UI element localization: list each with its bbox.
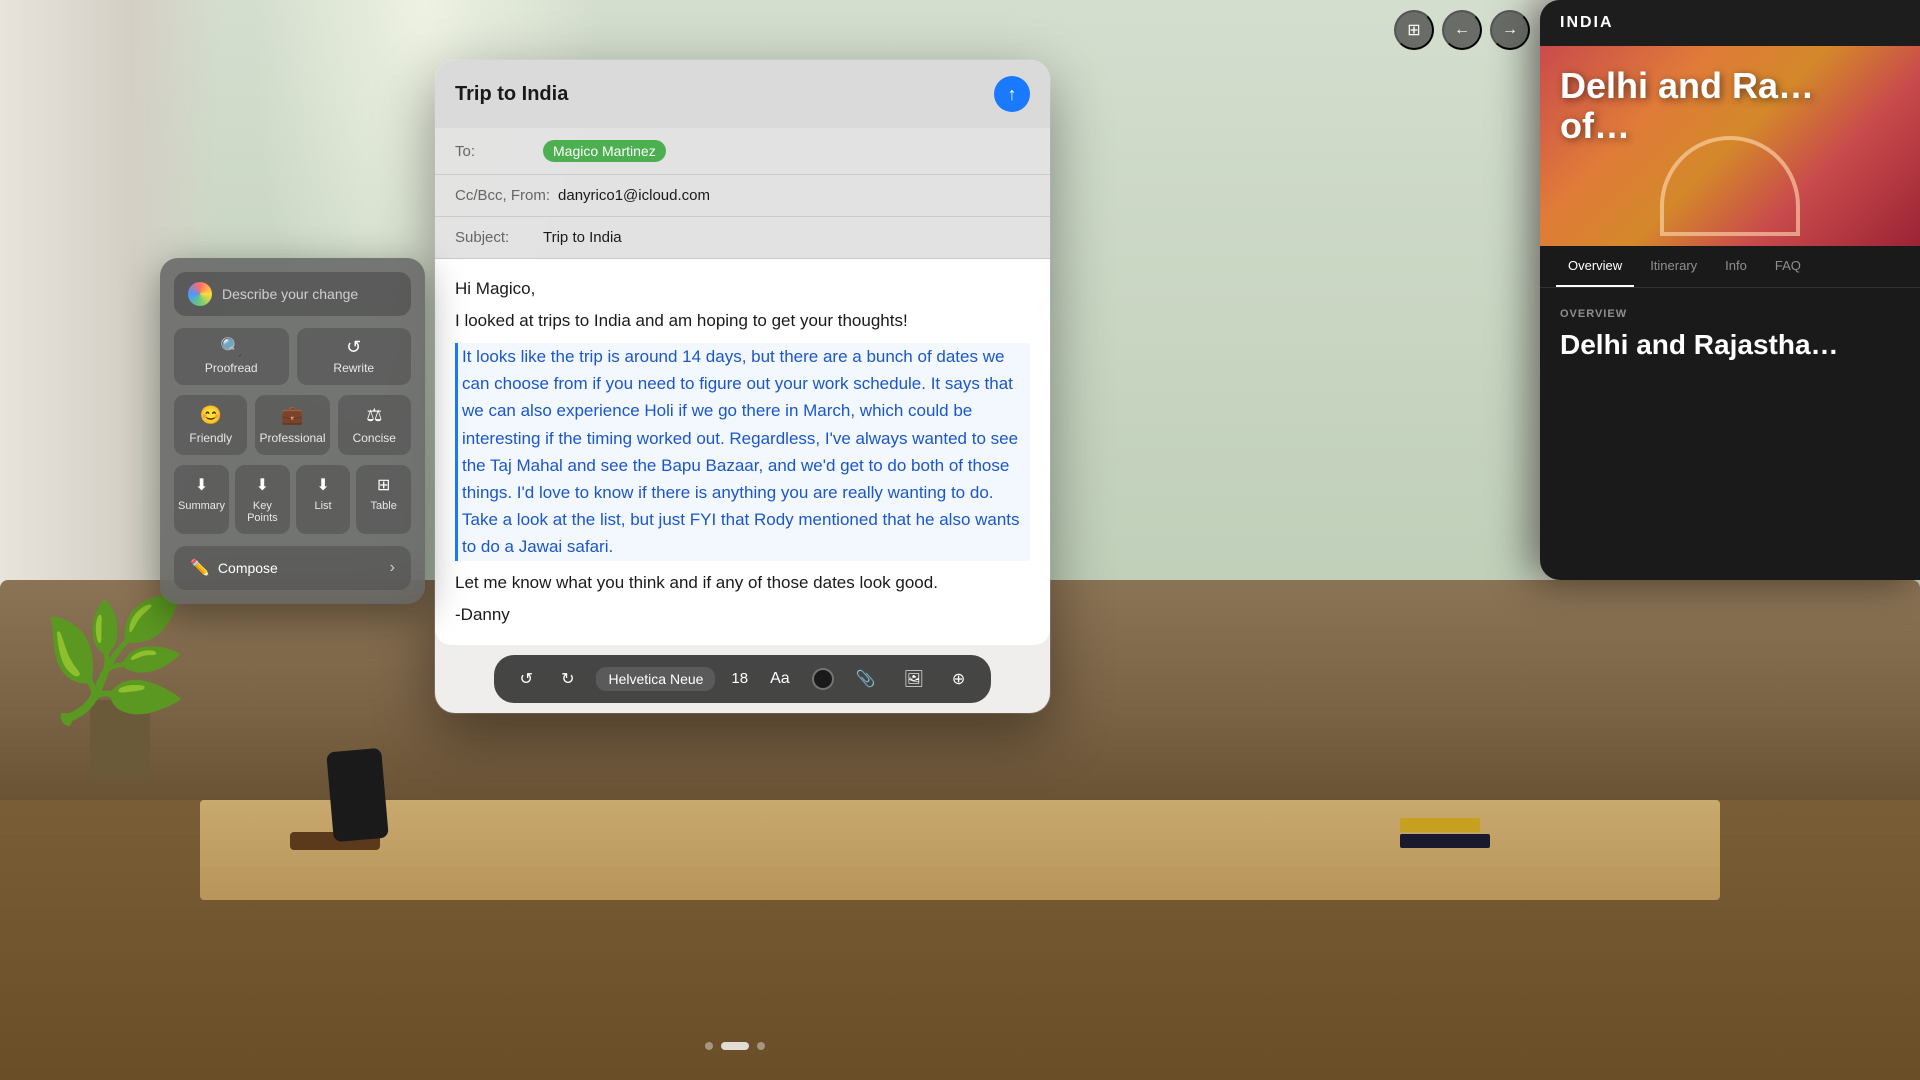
email-body[interactable]: Hi Magico, I looked at trips to India an… (435, 259, 1050, 645)
list-button[interactable]: ⬇ List (296, 465, 351, 534)
redo-button[interactable]: ↻ (555, 665, 580, 693)
subject-field-row[interactable]: Subject: Trip to India (435, 217, 1050, 259)
key-points-label: Key Points (239, 500, 286, 524)
nav-back-button[interactable]: ← (1442, 10, 1482, 50)
recipient-chip[interactable]: Magico Martinez (543, 140, 666, 162)
subject-value: Trip to India (543, 229, 622, 246)
to-field-row: To: Magico Martinez (435, 128, 1050, 175)
top-bar: ⊞ ← → (1394, 10, 1530, 50)
describe-change-input[interactable]: Describe your change (174, 272, 411, 316)
professional-label: Professional (259, 431, 325, 445)
ai-writing-panel: Describe your change 🔍 Proofread ↺ Rewri… (160, 258, 425, 604)
ai-icon (188, 282, 212, 306)
friendly-label: Friendly (189, 431, 232, 445)
page-dot-1 (705, 1042, 713, 1050)
india-overview-section: OVERVIEW Delhi and Rajastha… (1540, 288, 1920, 382)
india-nav-info[interactable]: Info (1713, 246, 1759, 287)
overview-section-title: Delhi and Rajastha… (1560, 328, 1900, 362)
email-greeting: Hi Magico, (455, 279, 1030, 299)
compose-label: Compose (218, 560, 278, 576)
ai-tone-row: 😊 Friendly 💼 Professional ⚖ Concise (174, 395, 411, 455)
india-arch-decoration (1660, 136, 1800, 236)
proofread-button[interactable]: 🔍 Proofread (174, 328, 289, 385)
cc-label: Cc/Bcc, From: (455, 187, 550, 204)
ai-tools-grid: 🔍 Proofread ↺ Rewrite (174, 328, 411, 385)
concise-label: Concise (353, 431, 396, 445)
more-options-button[interactable]: ⊕ (946, 665, 971, 693)
coffee-table (200, 800, 1720, 900)
summary-icon: ⬇ (195, 475, 208, 495)
proofread-label: Proofread (205, 361, 258, 375)
page-dot-2 (721, 1042, 749, 1050)
overview-section-label: OVERVIEW (1560, 308, 1900, 320)
phone-object (326, 748, 389, 842)
email-signature: -Danny (455, 605, 1030, 625)
email-closing: Let me know what you think and if any of… (455, 573, 1030, 593)
table-button[interactable]: ⊞ Table (356, 465, 411, 534)
undo-button[interactable]: ↺ (514, 665, 539, 693)
font-size-button[interactable]: Aa (764, 666, 796, 692)
email-fields: To: Magico Martinez Cc/Bcc, From: danyri… (435, 128, 1050, 259)
book-2 (1400, 834, 1490, 848)
rewrite-label: Rewrite (333, 361, 374, 375)
page-indicator (705, 1042, 765, 1050)
cc-field-row[interactable]: Cc/Bcc, From: danyrico1@icloud.com (435, 175, 1050, 217)
key-points-button[interactable]: ⬇ Key Points (235, 465, 290, 534)
photo-button[interactable]: 🖼 (898, 665, 930, 693)
professional-button[interactable]: 💼 Professional (255, 395, 329, 455)
window-icon-button[interactable]: ⊞ (1394, 10, 1434, 50)
subject-label: Subject: (455, 229, 535, 246)
list-icon: ⬇ (316, 475, 329, 495)
india-hero-text: Delhi and Ra…of… (1560, 66, 1814, 145)
email-header: Trip to India (435, 60, 1050, 128)
friendly-icon: 😊 (200, 405, 222, 426)
compose-icon: ✏️ (190, 558, 210, 578)
nav-forward-button[interactable]: → (1490, 10, 1530, 50)
page-dot-3 (757, 1042, 765, 1050)
concise-button[interactable]: ⚖ Concise (338, 395, 411, 455)
india-hero-image: Delhi and Ra…of… (1540, 46, 1920, 246)
compose-button[interactable]: ✏️ Compose › (174, 546, 411, 590)
summary-label: Summary (178, 500, 225, 512)
book-1 (1400, 818, 1480, 832)
india-panel-title: INDIA (1560, 14, 1614, 32)
india-nav-itinerary[interactable]: Itinerary (1638, 246, 1709, 287)
attachment-button[interactable]: 📎 (850, 665, 882, 693)
summary-button[interactable]: ⬇ Summary (174, 465, 229, 534)
india-nav-faq[interactable]: FAQ (1763, 246, 1813, 287)
india-nav-overview[interactable]: Overview (1556, 246, 1634, 287)
email-compose-window: Trip to India To: Magico Martinez Cc/Bcc… (435, 60, 1050, 713)
india-header-bar: INDIA (1540, 0, 1920, 46)
email-formatting-toolbar: ↺ ↻ Helvetica Neue 18 Aa 📎 🖼 ⊕ (494, 655, 992, 703)
compose-left: ✏️ Compose (190, 558, 278, 578)
table-label: Table (371, 500, 397, 512)
from-email: danyrico1@icloud.com (558, 187, 710, 204)
friendly-button[interactable]: 😊 Friendly (174, 395, 247, 455)
send-button[interactable] (994, 76, 1030, 112)
table-icon: ⊞ (377, 475, 390, 495)
font-size-value: 18 (731, 670, 748, 687)
list-label: List (314, 500, 331, 512)
books-stack (1400, 818, 1490, 850)
to-label: To: (455, 143, 535, 160)
compose-arrow-icon: › (390, 559, 395, 577)
describe-placeholder: Describe your change (222, 286, 358, 302)
font-name-button[interactable]: Helvetica Neue (596, 667, 715, 691)
concise-icon: ⚖ (366, 405, 382, 426)
ai-format-row: ⬇ Summary ⬇ Key Points ⬇ List ⊞ Table (174, 465, 411, 534)
color-picker-button[interactable] (812, 668, 834, 690)
key-points-icon: ⬇ (256, 475, 269, 495)
email-first-line: I looked at trips to India and am hoping… (455, 311, 1030, 331)
rewrite-button[interactable]: ↺ Rewrite (297, 328, 412, 385)
professional-icon: 💼 (281, 405, 303, 426)
rewrite-icon: ↺ (346, 338, 361, 356)
email-window-title: Trip to India (455, 83, 568, 106)
india-navigation: Overview Itinerary Info FAQ (1540, 246, 1920, 288)
email-selected-text: It looks like the trip is around 14 days… (455, 343, 1030, 561)
india-travel-panel: INDIA Delhi and Ra…of… Overview Itinerar… (1540, 0, 1920, 580)
proofread-icon: 🔍 (220, 338, 242, 356)
